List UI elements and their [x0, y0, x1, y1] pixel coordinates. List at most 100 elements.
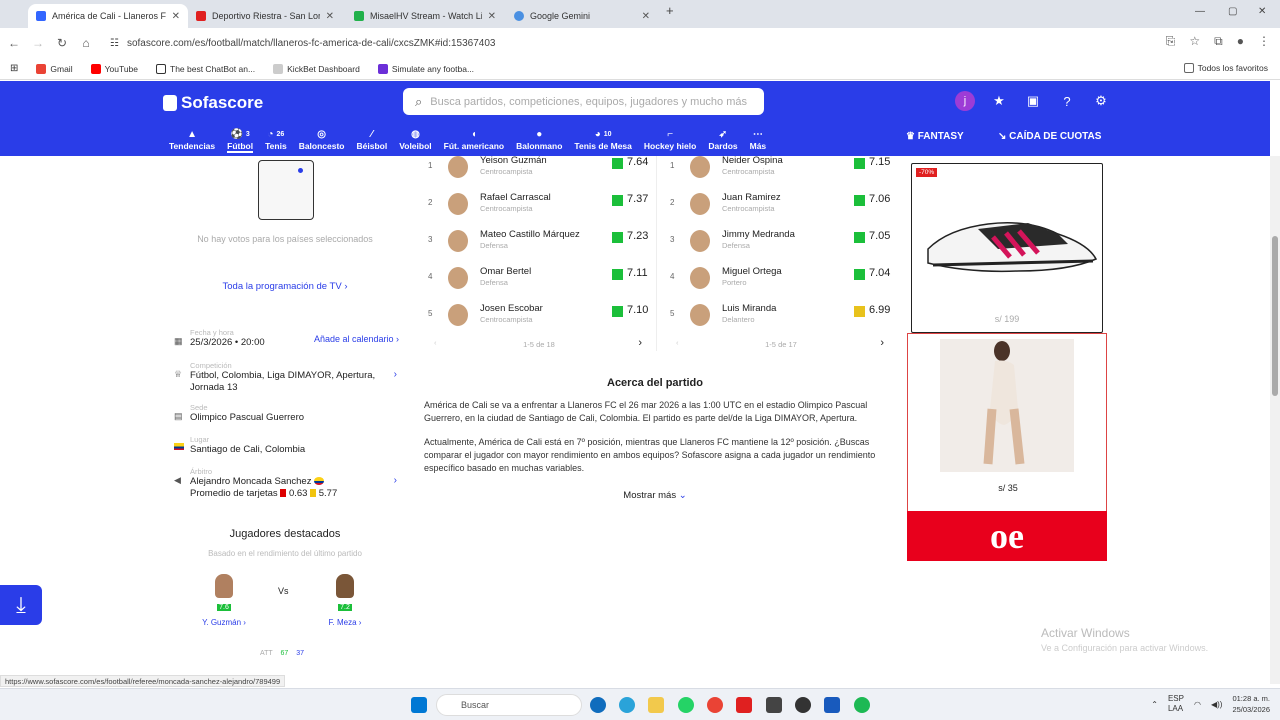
new-tab-icon[interactable]: +	[666, 3, 674, 18]
edge-icon[interactable]	[590, 697, 606, 713]
player-rating-row[interactable]: 2 Juan Ramirez Centrocampista 7.06	[666, 192, 896, 230]
sport-tab-hockey[interactable]: ⌐ Hockey hielo	[638, 127, 702, 153]
tray-chevron-icon[interactable]: ⌃	[1151, 700, 1158, 709]
clock[interactable]: 01:28 a. m. 25/03/2026	[1232, 693, 1270, 715]
bookmark-simulate[interactable]: Simulate any footba...	[377, 63, 474, 74]
reload-icon[interactable]: ↻	[50, 36, 74, 50]
search-input[interactable]: ⌕ Busca partidos, competiciones, equipos…	[403, 88, 764, 115]
whatsapp-icon[interactable]	[678, 697, 694, 713]
sport-tab-balonmano[interactable]: ● Balonmano	[510, 127, 568, 153]
site-info-icon[interactable]: ☷	[110, 38, 119, 49]
sport-tab-dardos[interactable]: ➶ Dardos	[702, 127, 743, 153]
sport-tab-mas[interactable]: ⋯ Más	[744, 127, 773, 153]
back-icon[interactable]: ←	[2, 36, 26, 50]
next-page-icon[interactable]: ›	[880, 337, 884, 349]
show-more-button[interactable]: Mostrar más ⌄	[420, 490, 890, 501]
player-rating-row[interactable]: 3 Jimmy Medranda Defensa 7.05	[666, 229, 896, 267]
download-app-button[interactable]: ⤓	[0, 585, 42, 625]
player-name: Rafael Carrascal	[480, 192, 551, 203]
favorites-star-icon[interactable]: ★	[989, 91, 1009, 111]
taskbar-search[interactable]: Buscar	[436, 694, 582, 716]
featured-player-away[interactable]: 7.2 F. Meza ›	[315, 574, 375, 627]
competition-row[interactable]: ♕ Competición Fútbol, Colombia, Liga DIM…	[174, 361, 399, 401]
sport-tab-voleibol[interactable]: ◍ Voleibol	[393, 127, 437, 153]
scrollbar-thumb[interactable]	[1272, 236, 1278, 396]
maximize-icon[interactable]: ▢	[1228, 6, 1237, 17]
shoe-ad[interactable]: -70% s/ 199	[911, 163, 1103, 333]
settings-gear-icon[interactable]: ⚙	[1091, 91, 1111, 111]
close-tab-icon[interactable]: ✕	[488, 11, 496, 22]
spotify-icon[interactable]	[854, 697, 870, 713]
tv-schedule-link[interactable]: Toda la programación de TV ›	[170, 281, 400, 292]
tv-icon[interactable]: ▣	[1023, 91, 1043, 111]
sport-tab-tenis[interactable]: ◔ 26 Tenis	[259, 127, 293, 153]
language-indicator[interactable]: ESP LAA	[1168, 694, 1184, 714]
close-tab-icon[interactable]: ✕	[326, 11, 334, 22]
prev-page-icon[interactable]: ‹	[434, 338, 437, 347]
player-rating-row[interactable]: 4 Omar Bertel Defensa 7.11	[424, 266, 654, 304]
referee-row[interactable]: ◀ Árbitro Alejandro Moncada Sanchez Prom…	[174, 467, 399, 501]
cast-icon[interactable]: ⎘	[1166, 34, 1176, 49]
tab-america-llaneros[interactable]: América de Cali - Llaneros FC e ✕	[28, 4, 188, 28]
next-page-icon[interactable]: ›	[638, 337, 642, 349]
all-bookmarks-folder[interactable]: Todos los favoritos	[1183, 63, 1268, 73]
help-icon[interactable]: ?	[1057, 91, 1077, 111]
sport-tab-baloncesto[interactable]: ◎ Baloncesto	[293, 127, 351, 153]
close-tab-icon[interactable]: ✕	[172, 11, 180, 22]
sport-tab-tendencias[interactable]: ▲ Tendencias	[163, 127, 221, 153]
player-rating-row[interactable]: 5 Josen Escobar Centrocampista 7.10	[424, 303, 654, 341]
typora-icon[interactable]	[736, 697, 752, 713]
calculator-icon[interactable]	[766, 697, 782, 713]
player-rating-row[interactable]: 4 Miguel Ortega Portero 7.04	[666, 266, 896, 304]
player-rating-row[interactable]: 3 Mateo Castillo Márquez Defensa 7.23	[424, 229, 654, 267]
apps-grid-icon[interactable]: ⊞	[10, 63, 18, 74]
player-rating-row[interactable]: 1 Neider Ospina Centrocampista 7.15	[666, 156, 896, 193]
network-icon[interactable]: ◠	[1194, 700, 1201, 709]
forward-icon[interactable]: →	[26, 36, 50, 50]
oe-brand-banner[interactable]: oe	[907, 511, 1107, 561]
bookmark-youtube[interactable]: YouTube	[90, 63, 138, 74]
player-rating-row[interactable]: 5 Luis Miranda Delantero 6.99	[666, 303, 896, 341]
player-position: Centrocampista	[722, 167, 775, 176]
url-field[interactable]: ☷ sofascore.com/es/football/match/llaner…	[110, 34, 1130, 52]
bookmark-kickbet[interactable]: KickBet Dashboard	[273, 63, 360, 74]
extensions-icon[interactable]: ⧉	[1214, 34, 1223, 49]
rating-color-icon	[612, 269, 623, 280]
chrome-icon[interactable]	[707, 697, 723, 713]
player-rating-row[interactable]: 1 Yeison Guzmán Centrocampista 7.64	[424, 156, 654, 193]
tab-riestra-sanlorenzo[interactable]: Deportivo Riestra - San Lorenzo ✕	[188, 4, 342, 28]
obs-icon[interactable]	[795, 697, 811, 713]
bookmark-chatbot[interactable]: The best ChatBot an...	[156, 63, 255, 74]
bookmark-star-icon[interactable]: ☆	[1189, 34, 1200, 49]
player-rating-row[interactable]: 2 Rafael Carrascal Centrocampista 7.37	[424, 192, 654, 230]
close-window-icon[interactable]: ✕	[1258, 6, 1266, 17]
tab-google-gemini[interactable]: Google Gemini ✕	[506, 4, 658, 28]
sport-tab-futbol[interactable]: ⚽ 3 Fútbol	[221, 127, 259, 153]
start-windows-icon[interactable]	[411, 697, 427, 713]
minimize-icon[interactable]: —	[1195, 6, 1205, 17]
profile-icon[interactable]: ●	[1237, 34, 1244, 49]
featured-player-home[interactable]: 7.6 Y. Guzmán ›	[194, 574, 254, 627]
swimsuit-ad[interactable]: s/ 35	[907, 333, 1107, 511]
user-avatar[interactable]: j	[955, 91, 975, 111]
close-tab-icon[interactable]: ✕	[642, 11, 650, 22]
sport-tab-futamericano[interactable]: ◖ Fút. americano	[438, 127, 510, 153]
volume-icon[interactable]: ◀))	[1211, 700, 1222, 709]
sport-tab-beisbol[interactable]: ⁄ Béisbol	[351, 127, 394, 153]
add-calendar-link[interactable]: Añade al calendario ›	[314, 334, 399, 344]
player-name-link[interactable]: F. Meza ›	[315, 618, 375, 627]
prev-page-icon[interactable]: ‹	[676, 338, 679, 347]
fantasy-link[interactable]: ♛ FANTASY	[906, 131, 964, 142]
page-scrollbar[interactable]	[1270, 156, 1280, 684]
word-icon[interactable]	[824, 697, 840, 713]
telegram-icon[interactable]	[619, 697, 635, 713]
file-explorer-icon[interactable]	[648, 697, 664, 713]
sofascore-logo[interactable]: Sofascore	[163, 93, 263, 113]
bookmark-gmail[interactable]: Gmail	[36, 63, 73, 74]
home-icon[interactable]: ⌂	[74, 36, 98, 50]
sport-tab-tenis-mesa[interactable]: ◕ 10 Tenis de Mesa	[568, 127, 637, 153]
menu-icon[interactable]: ⋮	[1258, 34, 1270, 49]
odds-drop-link[interactable]: ↘ CAÍDA DE CUOTAS	[998, 131, 1101, 142]
player-name-link[interactable]: Y. Guzmán ›	[194, 618, 254, 627]
tab-misaelhv-stream[interactable]: MisaelHV Stream - Watch Live ✕	[346, 4, 504, 28]
